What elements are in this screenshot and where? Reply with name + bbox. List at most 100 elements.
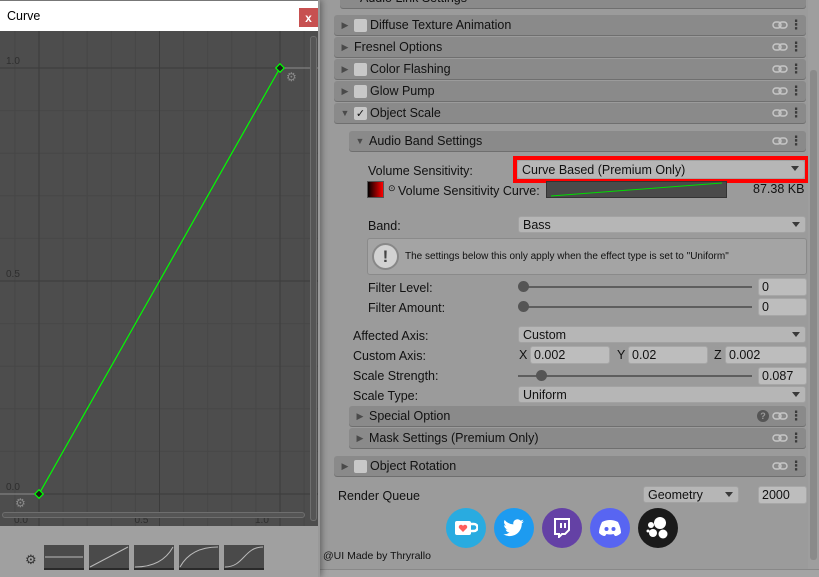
section-header-audio-link[interactable]: Audio Link Settings xyxy=(340,0,806,8)
section-checkbox[interactable] xyxy=(354,84,367,98)
section-label: Diffuse Texture Animation xyxy=(370,18,512,32)
volume-sensitivity-dropdown[interactable]: Curve Based (Premium Only) xyxy=(517,160,805,179)
scale-strength-slider-handle[interactable] xyxy=(536,370,548,381)
curve-window-titlebar[interactable]: Curve x xyxy=(0,0,318,31)
section-special-option[interactable]: ▶ Special Option ? ⋮ xyxy=(349,406,806,426)
custom-axis-y-input[interactable]: 0.02 xyxy=(628,346,708,364)
filter-amount-slider-track[interactable] xyxy=(520,306,752,308)
link-icon[interactable] xyxy=(771,411,789,421)
more-options-icon[interactable]: ⋮ xyxy=(789,84,803,97)
link-icon[interactable] xyxy=(771,20,789,30)
link-icon[interactable] xyxy=(771,64,789,74)
info-text: The settings below this only apply when … xyxy=(405,251,729,262)
more-options-icon[interactable]: ⋮ xyxy=(789,431,803,444)
affected-axis-dropdown[interactable]: Custom xyxy=(518,326,806,343)
ko-fi-button[interactable] xyxy=(446,508,486,548)
volume-sensitivity-curve-label: Volume Sensitivity Curve: xyxy=(398,184,540,198)
twitter-button[interactable] xyxy=(494,508,534,548)
filter-level-slider-handle[interactable] xyxy=(518,281,529,292)
close-button[interactable]: x xyxy=(299,8,318,27)
more-options-icon[interactable]: ⋮ xyxy=(789,409,803,422)
custom-axis-z-input[interactable]: 0.002 xyxy=(725,346,807,364)
scale-strength-input[interactable]: 0.087 xyxy=(758,367,807,385)
inspector-scrollbar-thumb[interactable] xyxy=(810,70,817,560)
render-queue-dropdown[interactable]: Geometry xyxy=(643,486,739,503)
keyframe-point xyxy=(33,488,45,500)
wrap-mode-gear-icon[interactable]: ⚙ xyxy=(286,70,297,84)
link-icon[interactable] xyxy=(771,108,789,118)
section-checkbox[interactable] xyxy=(354,459,367,473)
expand-triangle-icon[interactable]: ▶ xyxy=(338,86,352,97)
preset-ease-in-out[interactable] xyxy=(224,545,264,570)
render-queue-input[interactable]: 2000 xyxy=(758,486,807,504)
preset-ease-out[interactable] xyxy=(179,545,219,570)
link-icon[interactable] xyxy=(771,433,789,443)
more-options-icon[interactable]: ⋮ xyxy=(789,62,803,75)
section-audio-band-settings[interactable]: ▼ Audio Band Settings ⋮ xyxy=(349,131,806,151)
expand-triangle-icon[interactable]: ▶ xyxy=(338,461,352,472)
section-object-rotation[interactable]: ▶ Object Rotation ⋮ xyxy=(334,456,806,476)
dropdown-arrow-icon xyxy=(792,392,800,397)
expand-triangle-icon[interactable]: ▶ xyxy=(338,42,352,53)
section-glow-pump[interactable]: ▶ Glow Pump ⋮ xyxy=(334,81,806,101)
collapse-triangle-icon[interactable]: ▼ xyxy=(353,136,367,146)
preset-ease-in[interactable] xyxy=(134,545,174,570)
radio-target-icon[interactable]: ⊙ xyxy=(388,183,396,194)
affected-axis-label: Affected Axis: xyxy=(353,329,429,343)
filter-level-input[interactable]: 0 xyxy=(758,278,807,296)
expand-triangle-icon[interactable]: ▶ xyxy=(338,64,352,75)
discord-button[interactable] xyxy=(590,508,630,548)
section-checkbox[interactable] xyxy=(354,18,367,32)
gradient-swatch[interactable] xyxy=(367,181,384,198)
curve-size-text: 87.38 KB xyxy=(753,182,805,196)
preset-constant[interactable] xyxy=(44,545,84,570)
dropdown-value: Uniform xyxy=(523,387,567,402)
band-dropdown[interactable]: Bass xyxy=(518,216,806,233)
filter-level-slider-track[interactable] xyxy=(520,286,752,288)
section-checkbox[interactable] xyxy=(354,62,367,76)
expand-triangle-icon[interactable]: ▶ xyxy=(353,411,367,422)
scale-strength-slider-track[interactable] xyxy=(518,375,752,377)
scale-type-dropdown[interactable]: Uniform xyxy=(518,386,806,403)
link-icon[interactable] xyxy=(771,136,789,146)
more-options-icon[interactable]: ⋮ xyxy=(789,18,803,31)
render-queue-label: Render Queue xyxy=(338,489,421,503)
more-options-icon[interactable]: ⋮ xyxy=(789,106,803,119)
collapse-triangle-icon[interactable]: ▼ xyxy=(338,108,352,118)
filter-amount-slider-handle[interactable] xyxy=(518,301,529,312)
inspector-scrollbar[interactable] xyxy=(808,0,819,569)
link-icon[interactable] xyxy=(771,86,789,96)
wrap-mode-gear-icon[interactable]: ⚙ xyxy=(15,496,26,510)
preset-linear[interactable] xyxy=(89,545,129,570)
curve-horizontal-scrollbar[interactable] xyxy=(2,512,305,518)
filter-amount-input[interactable]: 0 xyxy=(758,298,807,316)
volume-sensitivity-curve-field[interactable] xyxy=(546,181,727,198)
curve-vertical-scrollbar[interactable] xyxy=(310,36,317,521)
expand-triangle-icon[interactable]: ▶ xyxy=(353,433,367,444)
help-icon[interactable]: ? xyxy=(757,410,769,422)
twitch-button[interactable] xyxy=(542,508,582,548)
curve-graph[interactable]: 1.00.50.00.0 0.5 1.0⚙⚙ xyxy=(0,31,318,526)
custom-axis-x-input[interactable]: 0.002 xyxy=(530,346,610,364)
discord-icon xyxy=(599,520,621,536)
curve-canvas[interactable]: 1.0 0.5 0.0 0.0 0.5 1.0 ⚙ ⚙ xyxy=(0,31,318,526)
section-label: Object Rotation xyxy=(370,459,457,473)
link-icon[interactable] xyxy=(771,461,789,471)
z-label: Z xyxy=(714,348,722,362)
scale-type-label: Scale Type: xyxy=(353,389,419,403)
more-options-icon[interactable]: ⋮ xyxy=(789,459,803,472)
link-icon[interactable] xyxy=(771,42,789,52)
more-options-icon[interactable]: ⋮ xyxy=(789,40,803,53)
expand-triangle-icon[interactable]: ▶ xyxy=(338,20,352,31)
section-color-flashing[interactable]: ▶ Color Flashing ⋮ xyxy=(334,59,806,79)
section-fresnel-options[interactable]: ▶ Fresnel Options ⋮ xyxy=(334,37,806,57)
section-diffuse-texture-animation[interactable]: ▶ Diffuse Texture Animation ⋮ xyxy=(334,15,806,35)
preset-settings-gear-icon[interactable]: ⚙ xyxy=(25,552,37,568)
section-object-scale[interactable]: ▼ ✓ Object Scale ⋮ xyxy=(334,103,806,123)
y-tick-label: 1.0 xyxy=(6,56,20,67)
thry-button[interactable] xyxy=(638,508,678,548)
section-mask-settings[interactable]: ▶ Mask Settings (Premium Only) ⋮ xyxy=(349,428,806,448)
more-options-icon[interactable]: ⋮ xyxy=(789,134,803,147)
dropdown-value: Bass xyxy=(523,217,551,232)
section-checkbox-checked[interactable]: ✓ xyxy=(354,106,367,120)
